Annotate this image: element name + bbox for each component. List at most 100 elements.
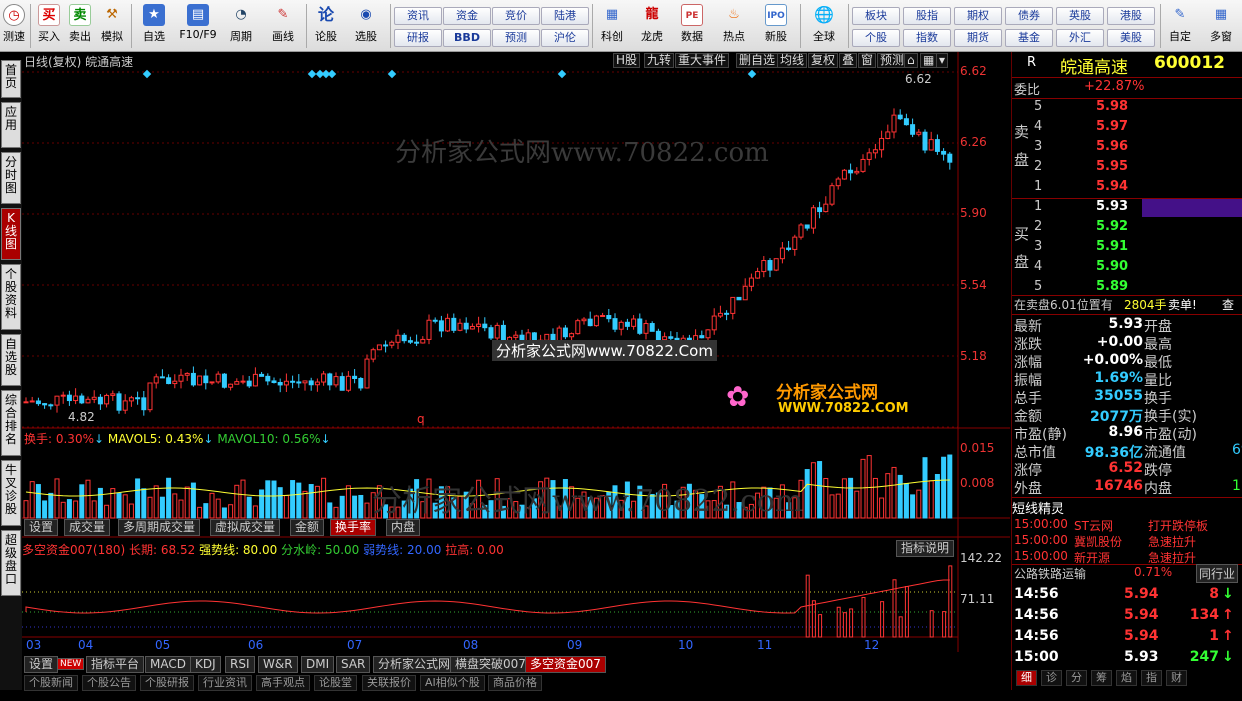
panel-tab[interactable]: 设置 xyxy=(24,519,59,536)
indicator-tab[interactable]: 分析家公式网 xyxy=(373,656,456,673)
query-button[interactable]: 查 xyxy=(1222,296,1234,313)
grid-icon-button[interactable]: ▦ xyxy=(920,53,938,68)
news-tab[interactable]: 个股研报 xyxy=(140,675,194,691)
speed-test-button[interactable]: ◷ 测速 xyxy=(2,0,26,44)
watchlist-button[interactable]: ★ 自选 xyxy=(136,0,172,44)
chart-top-button[interactable]: 九转 xyxy=(644,53,675,68)
simulate-button[interactable]: ⚒ 模拟 xyxy=(98,0,126,44)
stock-picker-button[interactable]: ◉ 选股 xyxy=(346,0,386,44)
us-stocks-button[interactable]: 美股 xyxy=(1107,29,1155,47)
tab-stock-info[interactable]: 个股资料 xyxy=(1,264,21,330)
quote-tab[interactable]: 诊 xyxy=(1041,670,1062,686)
customize-button[interactable]: ✎ 自定 xyxy=(1164,0,1196,44)
data-button[interactable]: PE 数据 xyxy=(676,0,708,44)
auction-button[interactable]: 竞价 xyxy=(492,7,540,25)
quote-tab[interactable]: 分 xyxy=(1066,670,1087,686)
forex-button[interactable]: 外汇 xyxy=(1056,29,1104,47)
hk-stocks-button[interactable]: 港股 xyxy=(1107,7,1155,25)
indicator-tab[interactable]: W&R xyxy=(258,656,298,673)
chart-top-button[interactable]: 窗 xyxy=(858,53,877,68)
news-tab[interactable]: 个股新闻 xyxy=(24,675,78,691)
dropdown-icon-button[interactable]: ▾ xyxy=(936,53,949,68)
tab-home[interactable]: 首页 xyxy=(1,60,21,98)
quote-tab[interactable]: 焰 xyxy=(1116,670,1137,686)
quote-tab[interactable]: 财 xyxy=(1166,670,1187,686)
lock-icon-button[interactable]: ⌂ xyxy=(904,53,918,68)
news-tab[interactable]: 论股堂 xyxy=(314,675,357,691)
indicator-tab[interactable]: 多空资金007 xyxy=(525,656,606,673)
chart-top-button[interactable]: 预测 xyxy=(877,53,908,68)
multi-window-button[interactable]: ▦ 多窗 xyxy=(1204,0,1238,44)
indicator-tab[interactable]: SAR xyxy=(336,656,371,673)
capital-button[interactable]: 资金 xyxy=(443,7,491,25)
chart-top-button[interactable]: 均线 xyxy=(777,53,808,68)
quote-tab[interactable]: 筹 xyxy=(1091,670,1112,686)
news-tab[interactable]: 行业资讯 xyxy=(198,675,252,691)
sell-button[interactable]: 卖卖出 xyxy=(67,0,93,44)
news-tab[interactable]: 个股公告 xyxy=(82,675,136,691)
sector-button[interactable]: 板块 xyxy=(852,7,900,25)
forecast-button[interactable]: 预测 xyxy=(492,29,540,47)
buy-button[interactable]: 买买入 xyxy=(36,0,62,44)
funds-button[interactable]: 基金 xyxy=(1005,29,1053,47)
candle-body xyxy=(122,400,128,411)
hk-connect-button[interactable]: 陆港 xyxy=(541,7,589,25)
news-tab[interactable]: 商品价格 xyxy=(488,675,542,691)
indicator-tab[interactable]: KDJ xyxy=(190,656,221,673)
indicator-tab[interactable]: 指标平台 xyxy=(86,656,145,673)
panel-tab[interactable]: 虚拟成交量 xyxy=(210,519,281,536)
indicator-tab[interactable]: RSI xyxy=(225,656,255,673)
tab-ranking[interactable]: 综合排名 xyxy=(1,390,21,456)
indicator-tab[interactable]: MACD xyxy=(145,656,191,673)
news-tab[interactable]: 关联报价 xyxy=(362,675,416,691)
draw-line-button[interactable]: ✎ 画线 xyxy=(264,0,302,44)
panel-tab[interactable]: 换手率 xyxy=(330,519,377,536)
tab-order-book[interactable]: 超级盘口 xyxy=(1,530,21,596)
indicator-tab[interactable]: DMI xyxy=(301,656,335,673)
news-tab[interactable]: AI相似个股 xyxy=(420,675,485,691)
same-industry-button[interactable]: 同行业 xyxy=(1196,564,1239,583)
news-tab[interactable]: 高手观点 xyxy=(256,675,310,691)
indicator-help-button[interactable]: 指标说明 xyxy=(896,540,955,557)
elf-stock[interactable]: 冀凯股份 xyxy=(1074,533,1122,550)
chart-top-button[interactable]: 复权 xyxy=(808,53,839,68)
futures-button[interactable]: 期货 xyxy=(954,29,1002,47)
options-button[interactable]: 期权 xyxy=(954,7,1002,25)
global-button[interactable]: 🌐 全球 xyxy=(804,0,844,44)
tab-watchlist[interactable]: 自选股 xyxy=(1,334,21,386)
indicator-tab[interactable]: 设置 xyxy=(24,656,59,673)
hotspot-button[interactable]: ♨ 热点 xyxy=(718,0,750,44)
tab-intraday[interactable]: 分时图 xyxy=(1,152,21,204)
index-button[interactable]: 指数 xyxy=(903,29,951,47)
stock-index-button[interactable]: 股指 xyxy=(903,7,951,25)
quote-tab[interactable]: 指 xyxy=(1141,670,1162,686)
bbd-button[interactable]: BBD xyxy=(443,29,491,47)
dragon-tiger-button[interactable]: 龍龙虎 xyxy=(636,0,668,44)
panel-tab[interactable]: 内盘 xyxy=(386,519,421,536)
forum-button[interactable]: 论论股 xyxy=(310,0,342,44)
panel-tab[interactable]: 多周期成交量 xyxy=(118,519,201,536)
quote-tab[interactable]: 细 xyxy=(1016,670,1037,686)
elf-stock[interactable]: ST云网 xyxy=(1074,517,1113,534)
chart-top-button[interactable]: H股 xyxy=(613,53,641,68)
period-button[interactable]: ◔ 周期 xyxy=(222,0,260,44)
bonds-button[interactable]: 债券 xyxy=(1005,7,1053,25)
uk-stocks-button[interactable]: 英股 xyxy=(1056,7,1104,25)
panel-tab[interactable]: 金额 xyxy=(290,519,325,536)
tab-kline[interactable]: K线图 xyxy=(1,208,21,260)
indicator-tab[interactable]: NEW xyxy=(57,658,85,670)
ipo-button[interactable]: IPO 新股 xyxy=(760,0,792,44)
shanghai-london-button[interactable]: 沪伦 xyxy=(541,29,589,47)
chart-top-button[interactable]: 重大事件 xyxy=(675,53,730,68)
panel-tab[interactable]: 成交量 xyxy=(64,519,111,536)
indicator-tab[interactable]: 横盘突破007 xyxy=(450,656,531,673)
tab-apps[interactable]: 应用 xyxy=(1,102,21,148)
stocks-button[interactable]: 个股 xyxy=(852,29,900,47)
chart-top-button[interactable]: 叠 xyxy=(839,53,858,68)
chart-top-button[interactable]: 删自选 xyxy=(736,53,779,68)
star-market-button[interactable]: ▦ 科创 xyxy=(596,0,628,44)
news-button[interactable]: 资讯 xyxy=(394,7,442,25)
research-button[interactable]: 研报 xyxy=(394,29,442,47)
f10-button[interactable]: ▤ F10/F9 xyxy=(176,0,220,41)
tab-diagnosis[interactable]: 牛叉诊股 xyxy=(1,460,21,526)
